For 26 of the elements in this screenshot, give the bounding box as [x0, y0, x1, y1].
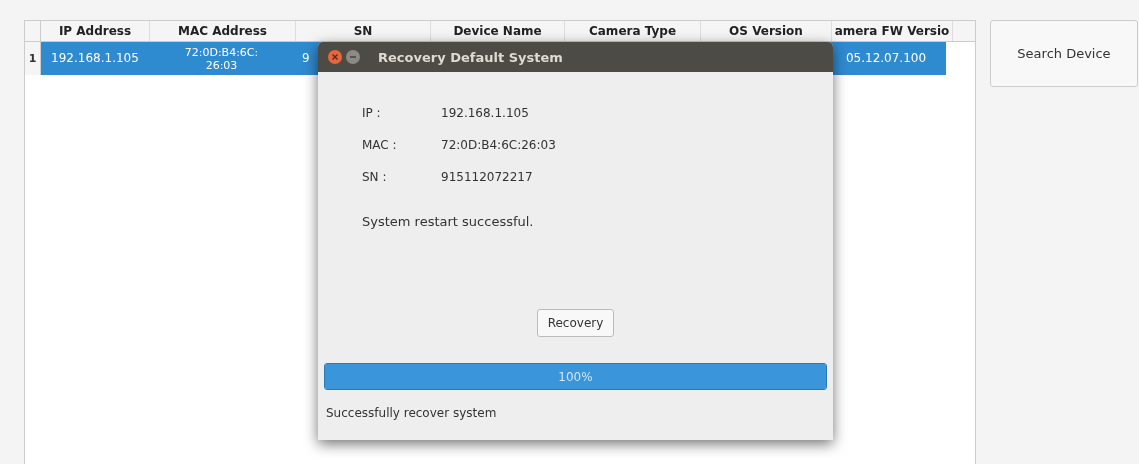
minimize-icon[interactable] [346, 50, 360, 64]
status-text: Successfully recover system [325, 406, 498, 420]
close-icon[interactable] [328, 50, 342, 64]
column-header[interactable]: amera FW Versio [832, 21, 953, 41]
row-number: 1 [25, 42, 41, 75]
table-cell: 192.168.1.105 [51, 52, 139, 65]
column-header[interactable]: OS Version [701, 21, 832, 41]
column-header[interactable]: Camera Type [565, 21, 701, 41]
progress-text: 100% [558, 369, 593, 384]
table-cell: 9 [302, 52, 310, 65]
column-header[interactable]: MAC Address [150, 21, 296, 41]
search-device-button[interactable]: Search Device [990, 20, 1138, 87]
field-label: SN : [362, 170, 388, 186]
column-header[interactable]: IP Address [41, 21, 150, 41]
column-header[interactable]: SN [296, 21, 431, 41]
window-title: Recovery Default System [378, 49, 563, 65]
status-message: System restart successful. [361, 214, 535, 229]
field-value: 192.168.1.105 [441, 106, 529, 122]
column-header[interactable]: Device Name [431, 21, 565, 41]
field-value: 72:0D:B4:6C:26:03 [441, 138, 556, 154]
field-value: 915112072217 [441, 170, 533, 186]
table-cell: 72:0D:B4:6C: 26:03 [184, 45, 259, 72]
field-label: IP : [362, 106, 382, 122]
table-cell: 05.12.07.100 [845, 52, 927, 65]
recovery-button[interactable]: Recovery [536, 309, 615, 337]
field-label: MAC : [362, 138, 398, 154]
